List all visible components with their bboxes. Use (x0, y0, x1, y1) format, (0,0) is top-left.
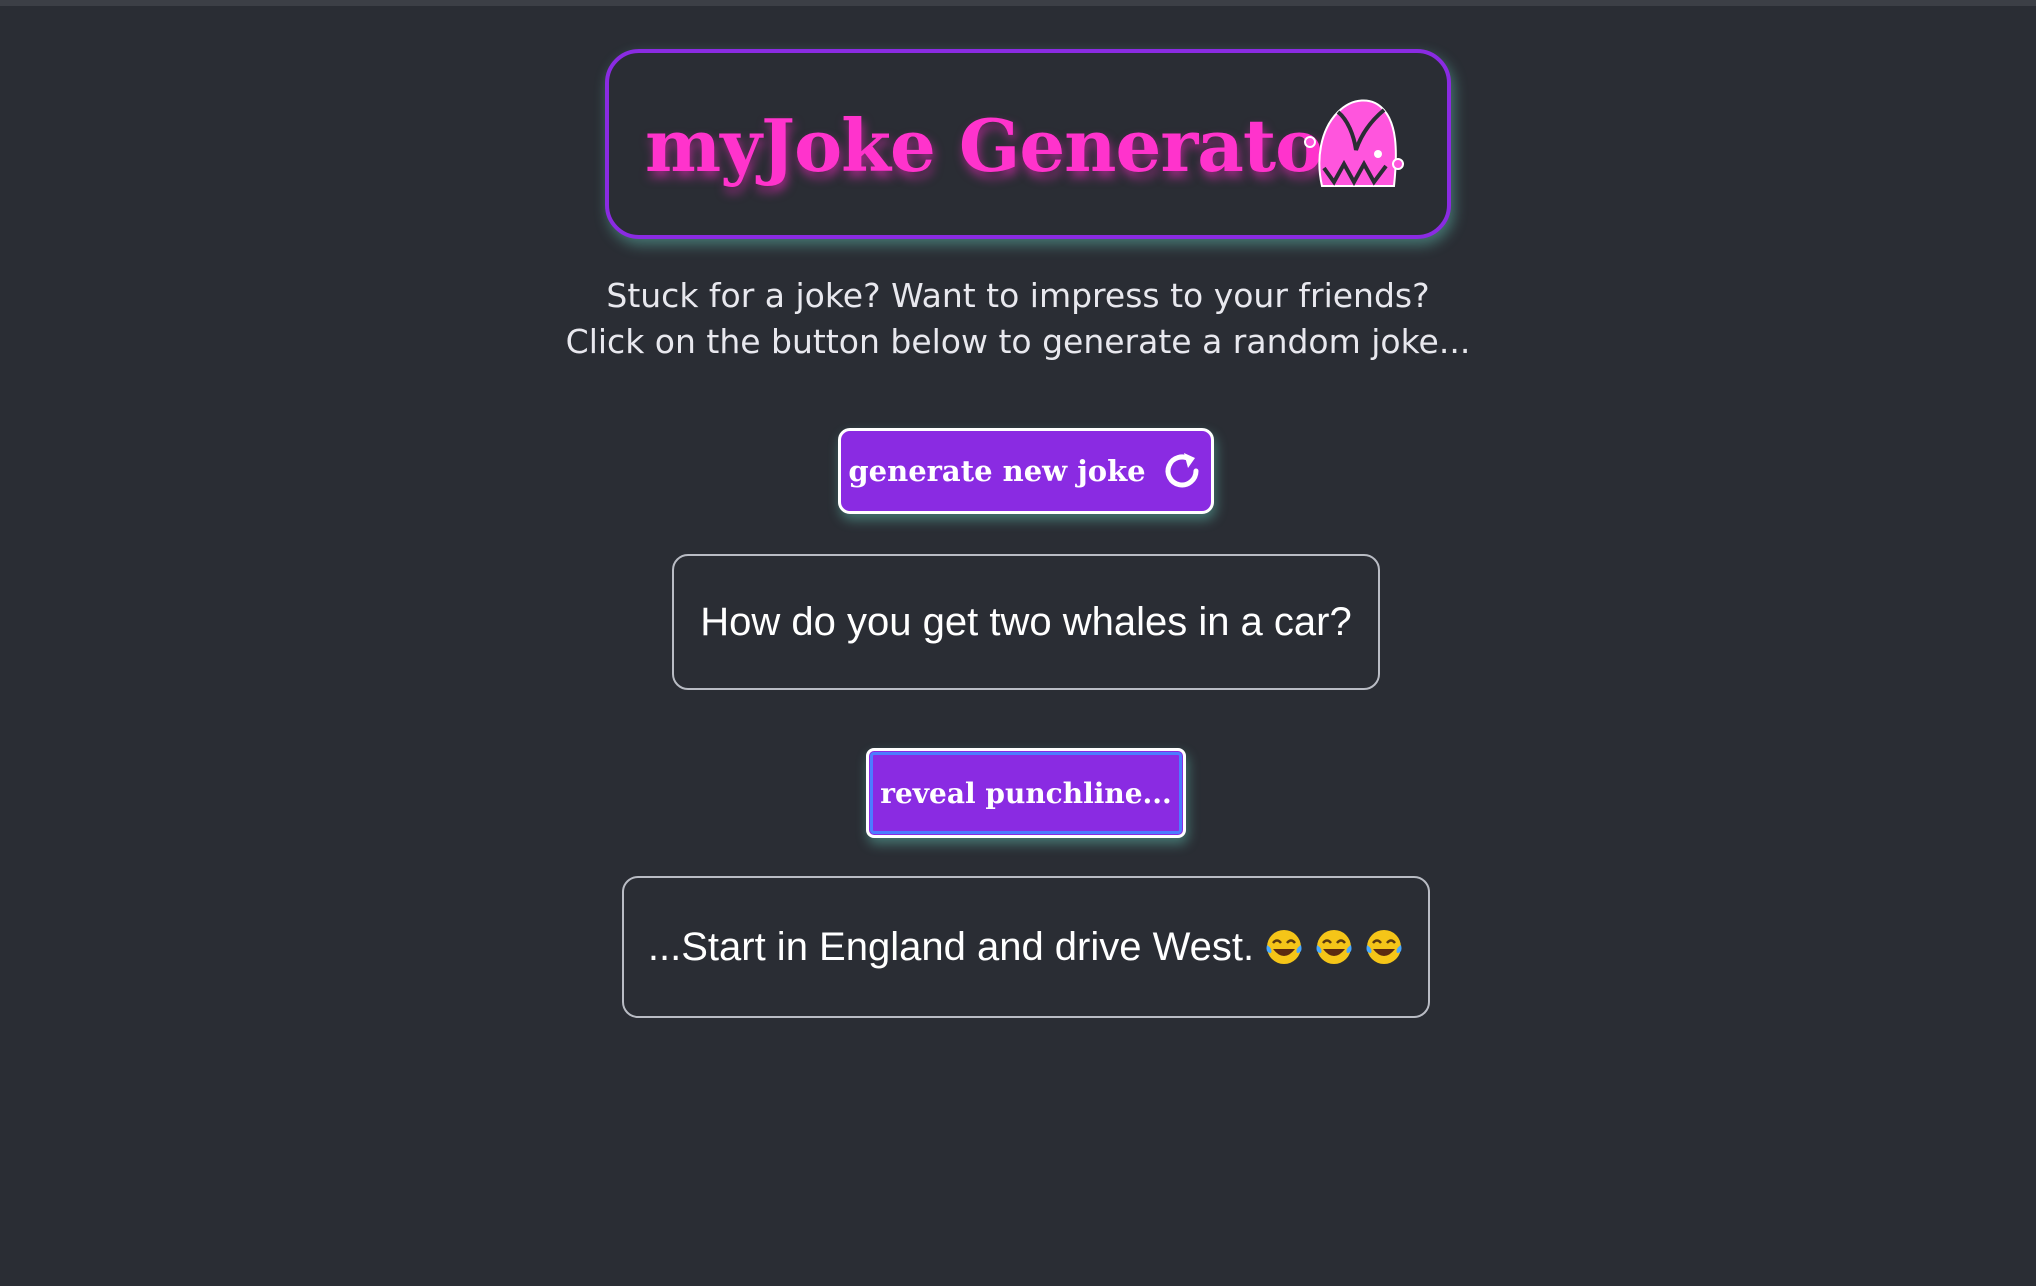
refresh-icon (1165, 453, 1199, 488)
jester-hat-icon (1304, 99, 1404, 187)
laughing-tears-emoji-icon (1366, 930, 1402, 964)
intro-line-2: Click on the button below to generate a … (565, 322, 1471, 361)
punchline-text: ...Start in England and drive West. (647, 924, 1255, 969)
generate-joke-button[interactable]: generate new joke (838, 428, 1214, 514)
laughing-tears-emoji-icon (1266, 930, 1302, 964)
laughing-tears-emoji-icon (1316, 930, 1352, 964)
reveal-punchline-button[interactable]: reveal punchline... (866, 748, 1186, 838)
window-top-bar (0, 0, 2036, 6)
app-title: myJoke Generator (645, 103, 1360, 188)
joke-setup-text: How do you get two whales in a car? (700, 599, 1352, 644)
generate-button-label: generate new joke (848, 454, 1146, 488)
joke-setup-box: How do you get two whales in a car? (672, 554, 1380, 690)
intro-line-1: Stuck for a joke? Want to impress to you… (606, 276, 1430, 315)
punchline-box: ...Start in England and drive West. (622, 876, 1430, 1018)
reveal-button-label: reveal punchline... (880, 776, 1172, 810)
